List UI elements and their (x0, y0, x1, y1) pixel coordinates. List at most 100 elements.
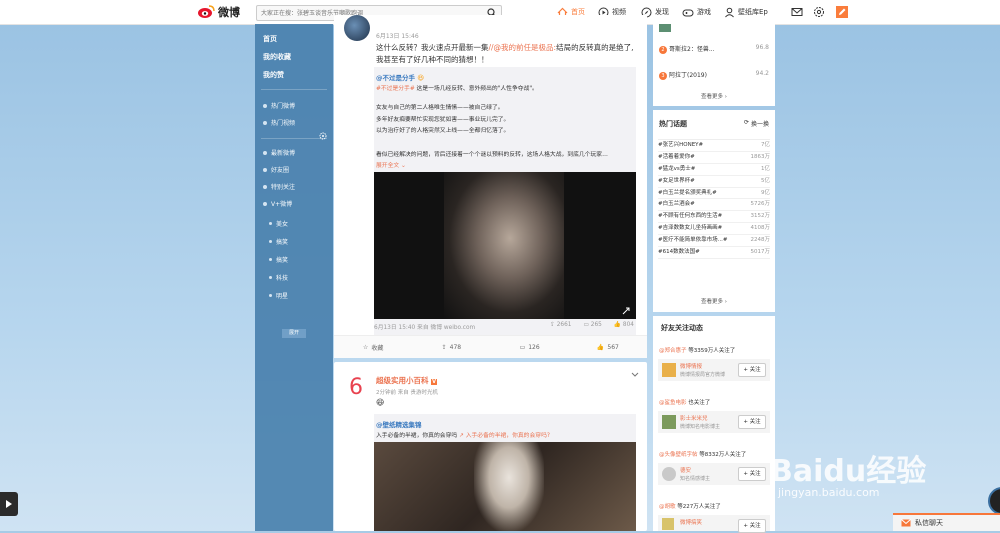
topic-row[interactable]: #不顾有任何东西的生活# 3152万 (658, 211, 770, 224)
topic-name: #猛龙vs勇士# (658, 165, 696, 172)
mail-icon[interactable] (791, 6, 803, 18)
refresh-button[interactable]: ⟳ 换一换 (744, 119, 769, 128)
account-name[interactable]: 微博搞笑 (680, 518, 702, 526)
topic-row[interactable]: #猛龙vs勇士# 1亿 (658, 164, 770, 176)
weibo-logo[interactable]: 微博 (197, 4, 240, 20)
chevron-down-icon[interactable] (631, 372, 639, 378)
nav-item-likes[interactable]: 我的赞 (263, 70, 284, 80)
movie-title: 哥斯拉2：怪兽... (669, 46, 715, 53)
follow-button[interactable]: + 关注 (738, 467, 766, 481)
expand-full-text[interactable]: 展开全文 ⌄ (376, 160, 406, 169)
topic-row[interactable]: #张艺兴HONEY# 7亿 (658, 140, 770, 152)
gamepad-icon (682, 9, 694, 16)
avatar[interactable] (662, 518, 674, 530)
post-image[interactable] (374, 442, 636, 531)
user-icon (725, 7, 734, 17)
quoted-author[interactable]: @壁纸精选集锦 (376, 419, 422, 429)
like-button[interactable]: 👍 567 (569, 336, 647, 358)
topic-row[interactable]: #白玉兰酒会# 5726万 (658, 199, 770, 212)
quoted-like-count[interactable]: 👍 804 (614, 322, 634, 328)
action-label: 567 (607, 343, 619, 351)
activity-text: 也关注了 (686, 400, 711, 406)
view-more-link[interactable]: 查看更多 › (653, 92, 775, 100)
topic-row[interactable]: #吉泽数数女儿坐持画画# 4108万 (658, 223, 771, 236)
emoji-icon: 😆 (376, 398, 385, 407)
nav-item-latest[interactable]: 最新微博 (263, 148, 295, 157)
topic-link[interactable]: #不过是分手# (376, 86, 415, 92)
nav-sub-item[interactable]: 搞笑 (269, 237, 288, 246)
compose-icon[interactable] (836, 6, 848, 18)
avatar[interactable] (662, 467, 676, 481)
movie-row[interactable]: 2 哥斯拉2：怪兽... 96.8 (659, 44, 769, 54)
nav-item-special[interactable]: 特别关注 (263, 182, 295, 191)
friend-link[interactable]: @鲨鱼电影 (659, 400, 687, 406)
follow-button[interactable]: + 关注 (738, 363, 766, 377)
verified-badge-icon: V (431, 379, 437, 385)
topic-row[interactable]: #白玉兰提名颁奖典礼# 9亿 (658, 188, 770, 200)
topic-row[interactable]: #活着着爱你# 1863万 (658, 152, 770, 164)
bullet-icon (269, 222, 272, 225)
nav-sub-item[interactable]: 搞笑 (269, 255, 288, 264)
settings-icon[interactable] (813, 6, 825, 18)
movie-thumb (659, 24, 671, 32)
collapse-button[interactable]: 展开 (282, 329, 306, 338)
movie-ranking-widget: 2 哥斯拉2：怪兽... 96.8 3 阿拉丁(2019) 94.2 查看更多 › (653, 24, 775, 106)
follow-button[interactable]: + 关注 (738, 415, 766, 429)
account-name[interactable]: 影士米米兒 (680, 414, 708, 422)
nav-sub-item[interactable]: 科技 (269, 273, 288, 282)
nav-item-vplus[interactable]: V+微博 (263, 199, 292, 208)
quoted-line: 看似已经解决的问题，背后还接着一个个谜以预料的反转，这场人格大战，到底几个玩家… (376, 152, 608, 158)
quoted-link[interactable]: ↗ 入手必备的半裙，你真的会穿吗? (459, 433, 550, 439)
nav-profile[interactable]: 壁纸库Ep (724, 5, 768, 19)
favorite-button[interactable]: ☆ 收藏 (334, 336, 412, 358)
action-label: 收藏 (371, 344, 384, 352)
nav-sub-item[interactable]: 美女 (269, 219, 288, 228)
topic-count: 5亿 (761, 177, 770, 184)
play-tab[interactable] (0, 492, 18, 516)
repost-button[interactable]: ⇪ 478 (412, 336, 490, 358)
repost-link[interactable]: //@我的前任是极品: (489, 43, 557, 52)
nav-item-friends[interactable]: 好友圈 (263, 165, 289, 174)
nav-item-home[interactable]: 首页 (263, 34, 277, 44)
topic-row[interactable]: #医疗不能简单依靠市场...# 2248万 (658, 235, 770, 248)
share-icon: ⇪ (441, 343, 447, 351)
nav-sub-item[interactable]: 明星 (269, 291, 288, 300)
account-name[interactable]: 微博情报 (680, 362, 702, 370)
author-name[interactable]: 超级实用小百科 V (376, 375, 437, 386)
topic-row[interactable]: #女足世界杯# 5亿 (658, 176, 770, 188)
movie-score: 96.8 (755, 44, 769, 51)
video-frame (444, 172, 564, 319)
video-player[interactable] (374, 172, 636, 319)
post-text-b: 结局的反转真的是绝了, (556, 43, 634, 52)
account-name[interactable]: 德安 (680, 466, 691, 474)
nav-game[interactable]: 游戏 (682, 5, 711, 19)
quoted-share-count[interactable]: ⇪ 2661 (550, 322, 571, 328)
topic-row[interactable]: #614数数法国# 5017万 (658, 247, 770, 259)
activity-line: @郑合惠子 等3359万人关注了 (659, 346, 735, 354)
avatar[interactable] (662, 415, 676, 429)
topic-count: 4108万 (750, 225, 771, 232)
comment-button[interactable]: ▭ 126 (491, 336, 569, 358)
view-more-link[interactable]: 查看更多 › (653, 297, 775, 305)
topic-name: #张艺兴HONEY# (658, 142, 704, 148)
topic-name: #白玉兰提名颁奖典礼# (658, 189, 717, 196)
nav-item-hot-video[interactable]: 热门视频 (263, 118, 295, 127)
fullscreen-icon[interactable] (622, 307, 630, 315)
quoted-author-name: @壁纸精选集锦 (376, 421, 422, 429)
avatar[interactable]: 6 (342, 372, 370, 400)
quoted-author[interactable]: @不过是分手 😆 (376, 72, 424, 82)
recommended-account: 微博情报 微博情报局官方微博 + 关注 (658, 359, 770, 381)
topic-name: #女足世界杯# (658, 177, 695, 184)
friend-link[interactable]: @头像壁纸字帖 (659, 452, 698, 458)
private-chat-bar[interactable]: 私信聊天 (893, 513, 1000, 531)
avatar[interactable] (662, 363, 676, 377)
movie-row[interactable]: 3 阿拉丁(2019) 94.2 (659, 70, 769, 80)
friend-link[interactable]: @胡歌 (659, 504, 676, 510)
friend-link[interactable]: @郑合惠子 (659, 348, 687, 354)
nav-item-label: 我的赞 (263, 71, 284, 79)
quoted-comment-count[interactable]: ▭ 265 (583, 322, 601, 328)
comment-icon: ▭ (519, 343, 526, 351)
nav-item-hot-weibo[interactable]: 热门微博 (263, 101, 295, 110)
avatar[interactable] (344, 15, 370, 41)
nav-item-favorites[interactable]: 我的收藏 (263, 52, 291, 62)
